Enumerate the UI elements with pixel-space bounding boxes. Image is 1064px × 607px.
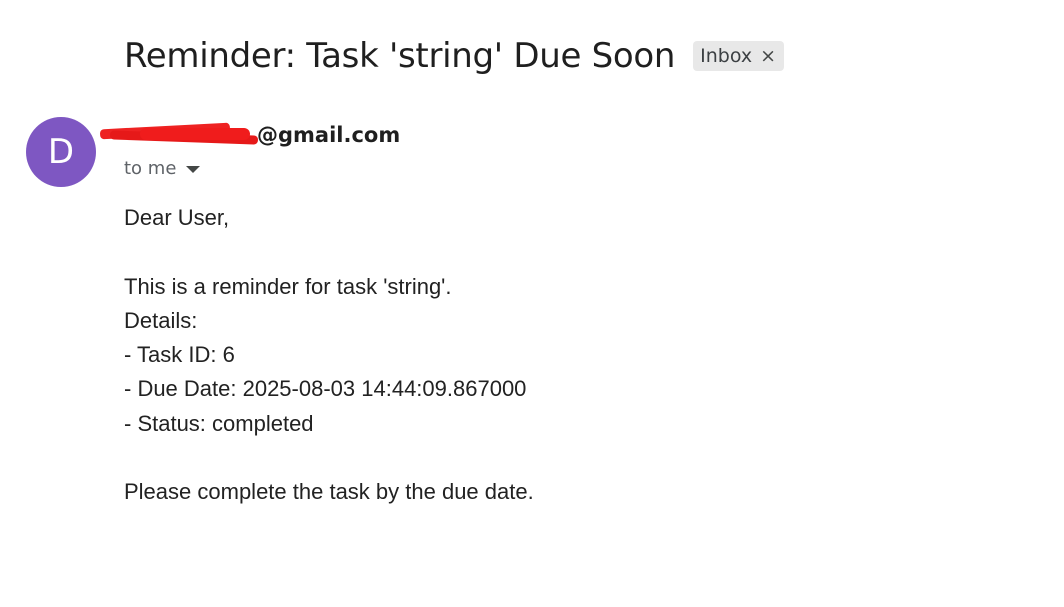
- body-line-blank: [124, 239, 534, 273]
- recipient-toggle[interactable]: to me: [124, 158, 201, 179]
- body-line-blank: [124, 445, 534, 479]
- email-view: Reminder: Task 'string' Due Soon Inbox ×…: [0, 0, 1064, 607]
- body-line: - Due Date: 2025-08-03 14:44:09.867000: [124, 376, 527, 402]
- subject-row: Reminder: Task 'string' Due Soon Inbox ×: [124, 36, 785, 76]
- body-line: Dear User,: [124, 205, 230, 230]
- label-chip-text: Inbox: [700, 45, 753, 67]
- avatar[interactable]: D: [26, 117, 96, 187]
- sender-address[interactable]: @gmail.com: [99, 121, 401, 149]
- body-line: - Status: completed: [124, 410, 314, 436]
- sender-email-text: @gmail.com: [257, 123, 401, 147]
- chevron-down-icon[interactable]: [186, 166, 201, 173]
- body-line: - Task ID: 6: [124, 342, 235, 368]
- close-icon[interactable]: ×: [760, 46, 776, 66]
- redaction-mark: [99, 122, 259, 146]
- body-line: Details:: [124, 307, 198, 333]
- body-line: This is a reminder for task 'string'.: [124, 273, 452, 299]
- body-line: Please complete the task by the due date…: [124, 479, 534, 505]
- email-body: Dear User, This is a reminder for task '…: [124, 205, 534, 514]
- email-subject: Reminder: Task 'string' Due Soon: [124, 36, 676, 76]
- label-chip-inbox[interactable]: Inbox ×: [693, 41, 785, 71]
- recipient-text: to me: [124, 158, 177, 179]
